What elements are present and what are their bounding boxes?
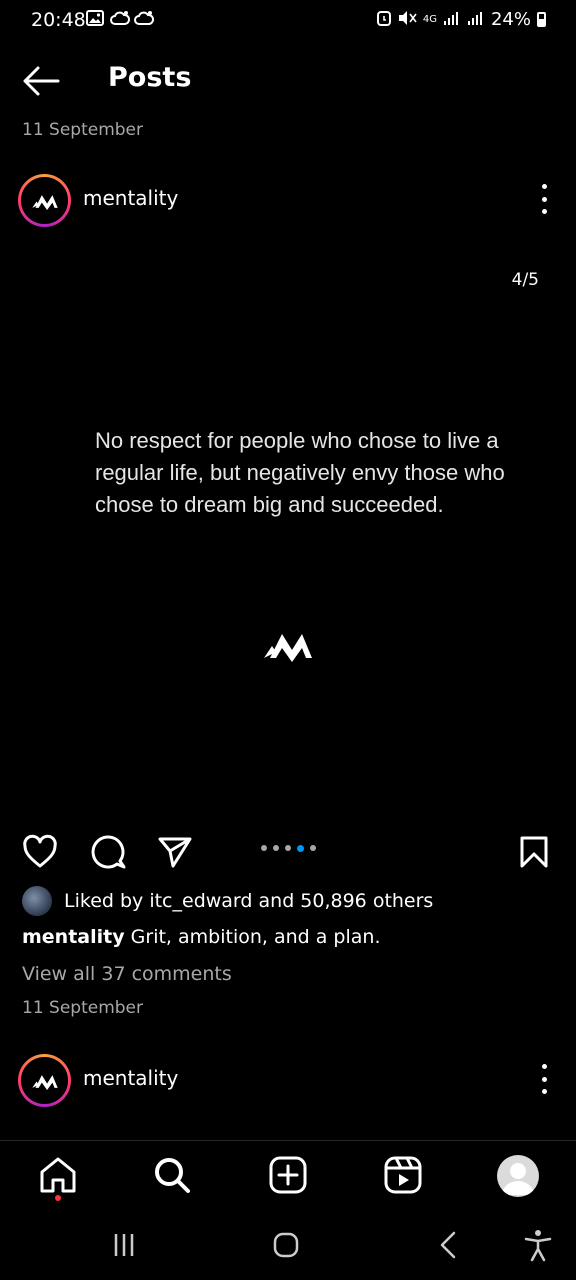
back-icon[interactable] xyxy=(430,1228,466,1262)
carousel-dot xyxy=(310,845,316,851)
alarm-icon xyxy=(376,10,391,30)
battery-icon xyxy=(537,12,546,27)
cloud-icon xyxy=(134,10,155,30)
caption-text: Grit, ambition, and a plan. xyxy=(130,926,381,948)
status-bar: 20:48 4G 24% xyxy=(0,0,576,44)
liker-avatar xyxy=(22,886,52,916)
create-icon[interactable] xyxy=(268,1155,308,1195)
home-icon[interactable] xyxy=(38,1155,78,1195)
search-icon[interactable] xyxy=(152,1155,192,1195)
carousel-dot xyxy=(273,845,279,851)
more-options-icon[interactable] xyxy=(534,184,554,214)
share-icon[interactable] xyxy=(157,834,193,870)
bookmark-icon[interactable] xyxy=(516,834,552,870)
mute-icon xyxy=(397,10,417,30)
likes-text: Liked by itc_edward and 50,896 others xyxy=(64,890,434,912)
caption: mentality Grit, ambition, and a plan. xyxy=(22,926,381,948)
avatar[interactable] xyxy=(18,1054,71,1107)
network-label: 4G xyxy=(422,13,437,25)
mentality-logo-icon xyxy=(31,1074,58,1090)
slide-text: No respect for people who chose to live … xyxy=(95,428,505,517)
carousel-indicator xyxy=(261,844,316,852)
view-comments-link[interactable]: View all 37 comments xyxy=(22,963,232,985)
carousel-dot xyxy=(285,845,291,851)
reels-icon[interactable] xyxy=(383,1155,423,1195)
comment-icon[interactable] xyxy=(90,834,126,870)
notification-dot xyxy=(55,1195,61,1201)
home-button-icon[interactable] xyxy=(268,1228,304,1262)
cloud-icon xyxy=(110,10,131,30)
carousel-dot xyxy=(261,845,267,851)
post-actions xyxy=(0,828,576,874)
profile-avatar[interactable] xyxy=(497,1155,539,1197)
page-title: Posts xyxy=(108,62,192,93)
carousel-dot-active xyxy=(297,844,304,852)
likes-row[interactable]: Liked by itc_edward and 50,896 others xyxy=(22,886,433,916)
header: Posts xyxy=(0,56,576,106)
post-date: 11 September xyxy=(22,120,144,140)
status-left-icons xyxy=(86,10,155,30)
mentality-logo-icon xyxy=(264,634,312,662)
battery-percentage: 24% xyxy=(490,9,531,30)
more-options-icon[interactable] xyxy=(534,1064,554,1094)
post-header: mentality xyxy=(0,1052,576,1112)
recents-icon[interactable] xyxy=(106,1228,142,1262)
post-username[interactable]: mentality xyxy=(83,186,178,210)
back-arrow-icon[interactable] xyxy=(22,64,60,98)
slide-counter: 4/5 xyxy=(511,270,539,290)
bottom-navigation xyxy=(0,1141,576,1209)
gallery-icon xyxy=(86,10,104,30)
status-time: 20:48 xyxy=(31,9,86,31)
mentality-logo-icon xyxy=(31,194,58,210)
post-media[interactable]: 4/5 No respect for people who chose to l… xyxy=(0,238,576,813)
avatar[interactable] xyxy=(18,174,71,227)
post-header: mentality xyxy=(0,172,576,232)
heart-icon[interactable] xyxy=(22,834,58,870)
signal-icon xyxy=(443,11,461,29)
post-username[interactable]: mentality xyxy=(83,1066,178,1090)
accessibility-icon[interactable] xyxy=(520,1228,556,1262)
post-date: 11 September xyxy=(22,998,144,1018)
caption-username[interactable]: mentality xyxy=(22,926,125,948)
default-profile-icon xyxy=(502,1163,534,1195)
system-navigation xyxy=(0,1210,576,1280)
status-right: 4G 24% xyxy=(376,9,546,30)
signal-icon xyxy=(467,11,485,29)
